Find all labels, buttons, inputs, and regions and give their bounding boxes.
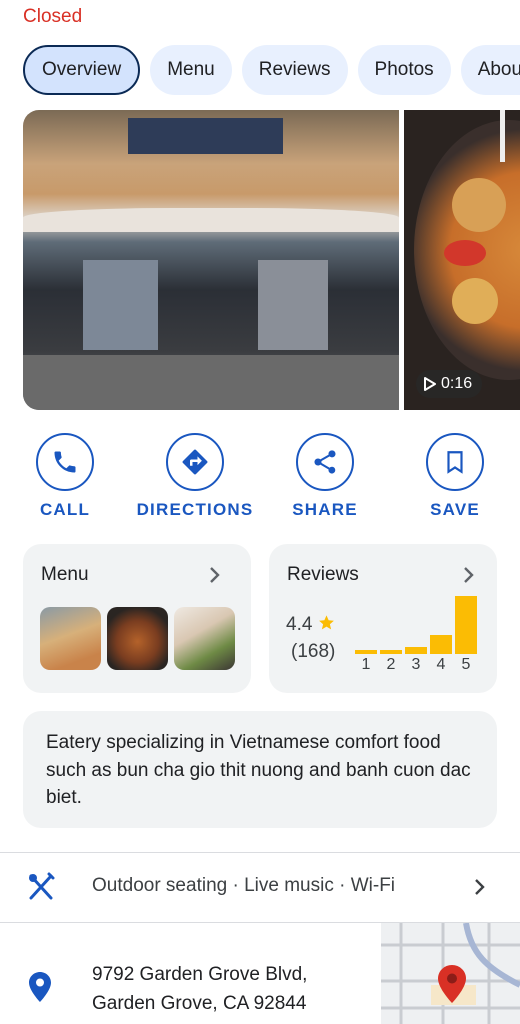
spoon-handle	[500, 110, 505, 162]
rating-bar-1	[355, 650, 377, 654]
video-duration-badge: 0:16	[416, 370, 483, 398]
call-label: CALL	[39, 500, 91, 519]
reviews-card[interactable]: Reviews 4.4 (168) 12345	[269, 544, 497, 693]
rating-bar-4	[430, 635, 452, 654]
chevron-right-icon	[210, 567, 220, 583]
storefront-sign	[128, 118, 283, 154]
tab-bar: OverviewMenuReviewsPhotosAbout	[23, 45, 520, 97]
bookmark-icon	[447, 451, 463, 474]
play-icon	[424, 377, 436, 391]
menu-card-title: Menu	[41, 564, 89, 585]
status-closed: Closed	[23, 6, 83, 27]
chevron-right-icon	[464, 567, 474, 583]
rating-bar-2	[380, 650, 402, 654]
description-text: Eatery specializing in Vietnamese comfor…	[46, 732, 471, 808]
review-count: (168)	[291, 641, 336, 662]
restaurant-icon	[29, 872, 55, 900]
rating-distribution	[355, 596, 481, 654]
tab-photos[interactable]: Photos	[357, 45, 451, 95]
storefront-umbrellas	[23, 208, 399, 232]
tab-menu[interactable]: Menu	[150, 45, 232, 95]
map-pin-icon	[438, 965, 466, 1003]
save-button[interactable]: SAVE	[395, 433, 515, 520]
storefront-window	[258, 260, 328, 350]
food-video-thumbnail[interactable]	[404, 110, 520, 410]
food-detail	[452, 178, 506, 232]
tab-overview[interactable]: Overview	[23, 45, 141, 95]
rating-value: 4.4	[286, 614, 335, 636]
menu-photo-thumbnail[interactable]	[174, 607, 235, 670]
share-icon	[314, 450, 336, 474]
phone-icon	[54, 451, 76, 473]
menu-photo-thumbnail[interactable]	[40, 607, 101, 670]
save-label: SAVE	[430, 500, 480, 519]
video-duration: 0:16	[441, 375, 473, 392]
directions-icon	[182, 449, 208, 475]
amenities-text: Outdoor seating · Live music · Wi-Fi	[92, 875, 396, 896]
food-detail	[452, 278, 498, 324]
directions-button[interactable]: DIRECTIONS	[135, 433, 255, 520]
address-line1: 9792 Garden Grove Blvd,	[92, 964, 308, 985]
description-card: Eatery specializing in Vietnamese comfor…	[23, 711, 497, 828]
rating-bar-label: 2	[386, 656, 396, 673]
storefront-photo[interactable]	[23, 110, 399, 410]
map-thumbnail[interactable]	[381, 923, 520, 1024]
rating-bar-5	[455, 596, 477, 654]
storefront-patio	[23, 355, 399, 410]
tab-reviews[interactable]: Reviews	[241, 45, 348, 95]
rating-number: 4.4	[286, 614, 313, 635]
rating-bar-label: 4	[436, 656, 446, 673]
call-button[interactable]: CALL	[5, 433, 125, 520]
reviews-card-title: Reviews	[287, 564, 359, 585]
directions-label: DIRECTIONS	[136, 500, 254, 519]
rating-bar-label: 1	[361, 656, 371, 673]
location-pin-icon	[29, 972, 51, 1002]
chevron-right-icon	[475, 879, 485, 895]
tab-about[interactable]: About	[460, 45, 520, 95]
address[interactable]: 9792 Garden Grove Blvd, Garden Grove, CA…	[92, 960, 307, 1018]
menu-photo-thumbnail[interactable]	[107, 607, 168, 670]
food-detail	[444, 240, 486, 266]
address-line2: Garden Grove, CA 92844	[92, 993, 307, 1014]
rating-bar-label: 5	[461, 656, 471, 673]
star-icon	[318, 615, 334, 630]
share-label: SHARE	[292, 500, 358, 519]
menu-card[interactable]: Menu	[23, 544, 251, 693]
rating-bar-3	[405, 647, 427, 654]
amenities-row[interactable]: Outdoor seating · Live music · Wi-Fi	[0, 852, 520, 922]
share-button[interactable]: SHARE	[265, 433, 385, 520]
rating-bar-label: 3	[411, 656, 421, 673]
storefront-window	[83, 260, 158, 350]
